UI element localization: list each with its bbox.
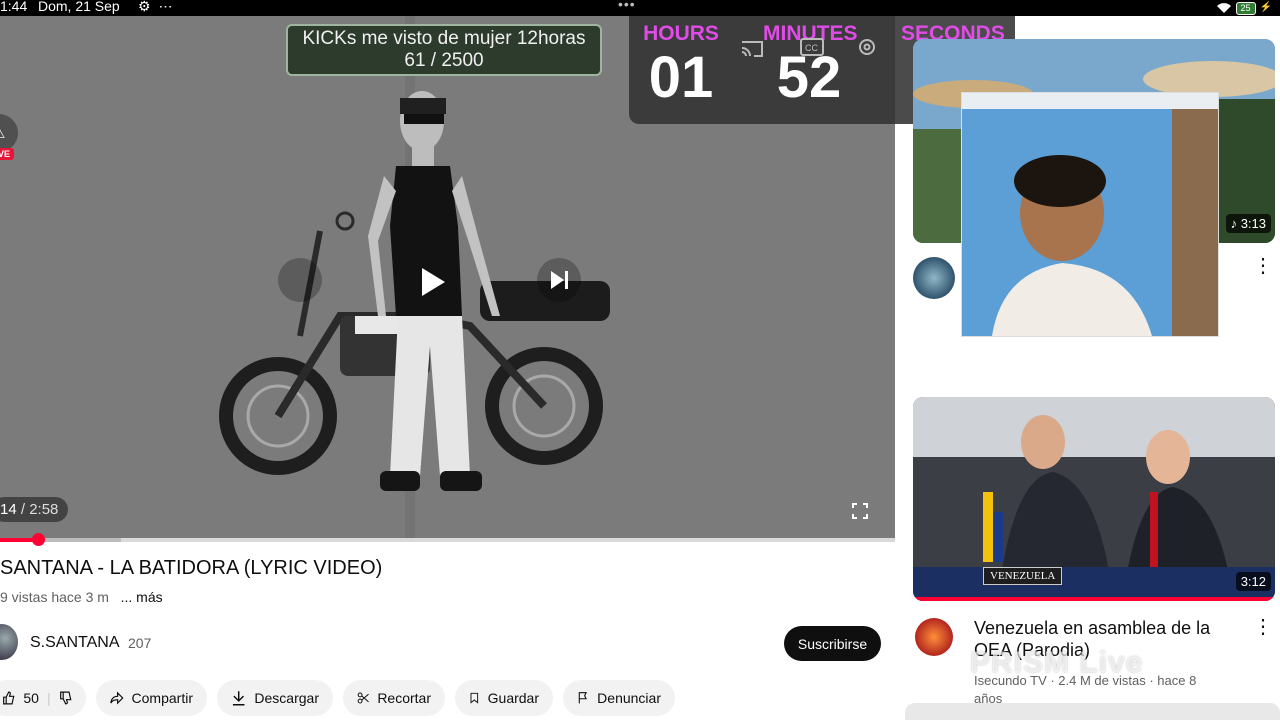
duration-text: 3:13 bbox=[1240, 216, 1266, 231]
save-button[interactable]: Guardar bbox=[455, 680, 553, 716]
download-label: Descargar bbox=[254, 690, 319, 706]
duration-badge-2: 3:12 bbox=[1235, 572, 1271, 591]
svg-text:CC: CC bbox=[805, 43, 818, 53]
time-separator: / bbox=[16, 501, 30, 518]
status-date: Dom, 21 Sep bbox=[38, 0, 120, 14]
channel-avatar[interactable] bbox=[0, 624, 18, 660]
webcam-overlay bbox=[961, 92, 1219, 337]
like-divider: | bbox=[46, 690, 51, 706]
cast-icon[interactable] bbox=[740, 38, 764, 58]
kicks-goal-overlay: KICKs me visto de mujer 12horas 61 / 250… bbox=[286, 24, 602, 76]
like-icon[interactable] bbox=[2, 690, 15, 706]
share-icon bbox=[110, 691, 124, 705]
download-button[interactable]: Descargar bbox=[217, 680, 333, 716]
like-dislike-button[interactable]: 50 | bbox=[0, 680, 86, 716]
video-views-date: 9 vistas hace 3 m bbox=[0, 589, 109, 605]
duration: 2:58 bbox=[29, 501, 59, 518]
progress-knob[interactable] bbox=[31, 533, 45, 546]
download-icon bbox=[232, 691, 245, 706]
current-time: 14 bbox=[0, 501, 17, 518]
subscriber-count: 207 bbox=[128, 635, 152, 651]
more-options-icon-2[interactable]: ⋮ bbox=[1253, 617, 1273, 637]
bottom-panel-edge bbox=[905, 703, 1280, 720]
status-right: 25 ⚡ bbox=[1216, 0, 1272, 16]
assembly-scene bbox=[913, 397, 1275, 601]
bookmark-icon bbox=[470, 692, 479, 704]
more-link[interactable]: ... más bbox=[121, 589, 163, 605]
subscribe-button[interactable]: Suscribirse bbox=[784, 626, 881, 661]
gear-icon[interactable] bbox=[856, 36, 878, 58]
prism-live-watermark: PRISM Live bbox=[970, 646, 1144, 679]
next-icon bbox=[551, 271, 568, 289]
music-icon: ♪ bbox=[1230, 216, 1241, 231]
watched-progress bbox=[913, 597, 1275, 601]
hours-label: HOURS bbox=[643, 22, 719, 45]
action-bar: 50 | Compartir Descargar Recortar Guarda… bbox=[0, 680, 895, 716]
duration-badge: ♪ 3:13 bbox=[1225, 214, 1271, 233]
country-plate: VENEZUELA bbox=[983, 567, 1063, 585]
more-options-icon[interactable]: ⋮ bbox=[1253, 256, 1273, 276]
status-icons: ⚙ ⋯ bbox=[138, 0, 175, 14]
video-title[interactable]: SANTANA - LA BATIDORA (LYRIC VIDEO) bbox=[0, 557, 382, 580]
progress-bar[interactable] bbox=[0, 533, 895, 546]
clip-button[interactable]: Recortar bbox=[343, 680, 445, 716]
recommendation-channel-avatar-2[interactable] bbox=[915, 618, 953, 656]
recommendation-channel-avatar-1[interactable] bbox=[913, 257, 955, 299]
status-bar: 1:44 Dom, 21 Sep ⚙ ⋯ ••• 25 ⚡ bbox=[0, 0, 1280, 16]
channel-row: S.SANTANA 207 Suscribirse bbox=[0, 624, 895, 664]
share-button[interactable]: Compartir bbox=[96, 680, 207, 716]
channel-name[interactable]: S.SANTANA bbox=[30, 634, 120, 652]
report-label: Denunciar bbox=[597, 690, 661, 706]
person-webcam bbox=[962, 93, 1218, 336]
video-meta[interactable]: 9 vistas hace 3 m ... más bbox=[0, 589, 163, 605]
fullscreen-icon[interactable] bbox=[852, 503, 868, 519]
previous-button[interactable] bbox=[278, 258, 322, 302]
timer-hours: HOURS 01 bbox=[643, 22, 719, 108]
next-button[interactable] bbox=[537, 258, 581, 302]
goal-count: 61 / 2500 bbox=[404, 50, 484, 71]
multitask-dots-icon[interactable]: ••• bbox=[618, 0, 636, 12]
flag-icon bbox=[578, 692, 587, 704]
battery-icon: 25 bbox=[1235, 1, 1256, 15]
like-count: 50 bbox=[23, 690, 39, 706]
report-button[interactable]: Denunciar bbox=[563, 680, 675, 716]
scissors-icon bbox=[357, 692, 369, 704]
hours-value: 01 bbox=[648, 45, 714, 110]
captions-icon[interactable]: CC bbox=[800, 38, 824, 56]
timer-minutes: MINUTES 52 bbox=[763, 22, 858, 110]
share-label: Compartir bbox=[131, 690, 193, 706]
charging-icon: ⚡ bbox=[1259, 2, 1272, 13]
time-display: 14 / 2:58 bbox=[0, 497, 69, 522]
play-icon[interactable] bbox=[405, 256, 457, 308]
live-badge: VE bbox=[0, 148, 15, 160]
dislike-icon[interactable] bbox=[59, 690, 72, 706]
status-time: 1:44 bbox=[0, 0, 28, 14]
wifi-icon bbox=[1216, 2, 1231, 13]
save-label: Guardar bbox=[487, 690, 539, 706]
recommendation-thumbnail-2[interactable]: VENEZUELA 3:12 bbox=[913, 397, 1275, 601]
clip-label: Recortar bbox=[377, 690, 431, 706]
minutes-value: 52 bbox=[776, 45, 842, 110]
goal-text: KICKs me visto de mujer 12horas bbox=[302, 28, 586, 49]
